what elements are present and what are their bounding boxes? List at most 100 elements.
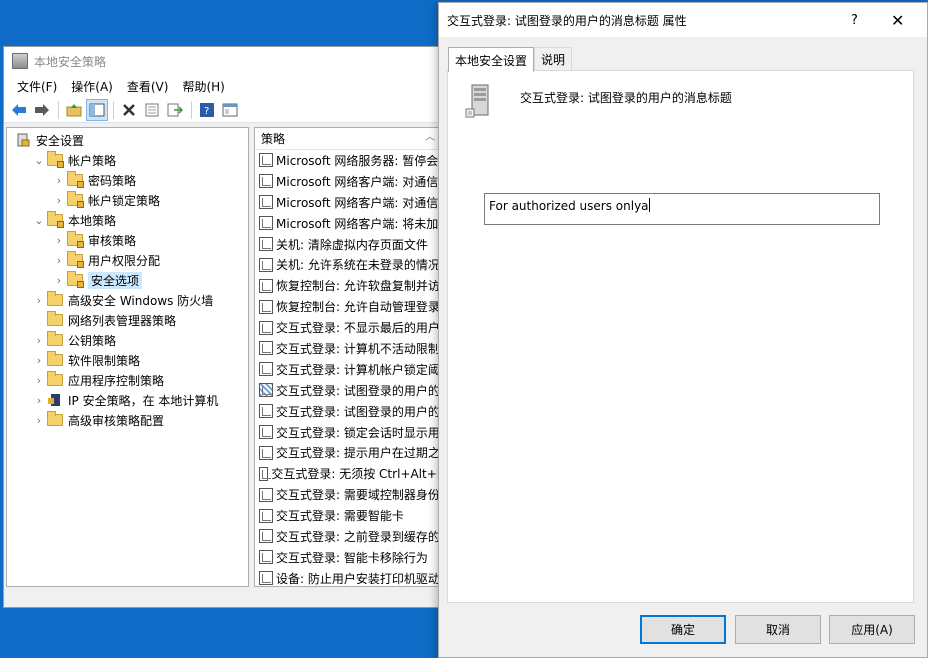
show-hide-tree-icon[interactable]: [86, 98, 108, 121]
collapse-chevron-icon[interactable]: ›: [51, 274, 67, 287]
tree-item[interactable]: › 审核策略: [7, 230, 248, 250]
policy-row-label: 交互式登录: 试图登录的用户的: [276, 383, 440, 398]
collapse-chevron-icon[interactable]: ›: [51, 194, 67, 207]
policy-icon: [259, 299, 273, 314]
tree-item[interactable]: 安全设置: [7, 130, 248, 150]
tree-item-label: 安全设置: [36, 133, 85, 148]
menu-view[interactable]: 查看(V): [120, 78, 176, 95]
delete-icon[interactable]: [118, 99, 140, 121]
console-panes: 安全设置 ⌄ 帐户策略 › 密码策略 › 帐户锁定策略 ⌄ 本地策略 › 审核策略 › 用户权限分配 › 安…: [4, 125, 447, 607]
back-icon[interactable]: [8, 99, 30, 121]
collapse-chevron-icon[interactable]: ›: [31, 414, 47, 427]
local-security-policy-window: 本地安全策略 文件(F) 操作(A) 查看(V) 帮助(H) ? 安全设置 ⌄ …: [3, 46, 448, 608]
window-title: 本地安全策略: [34, 54, 107, 69]
menu-help[interactable]: 帮助(H): [175, 78, 231, 95]
collapse-chevron-icon[interactable]: ›: [51, 234, 67, 247]
tab-content: 交互式登录: 试图登录的用户的消息标题 For authorized users…: [447, 70, 914, 603]
up-folder-icon[interactable]: [63, 99, 85, 121]
policy-row[interactable]: 恢复控制台: 允许自动管理登录: [255, 296, 446, 317]
tree-item[interactable]: 网络列表管理器策略: [7, 310, 248, 330]
menu-file[interactable]: 文件(F): [10, 78, 64, 95]
toolbar-separator: [58, 100, 59, 119]
policy-row[interactable]: 关机: 清除虚拟内存页面文件: [255, 234, 446, 255]
policy-row[interactable]: 关机: 允许系统在未登录的情况: [255, 254, 446, 275]
policy-row[interactable]: Microsoft 网络服务器: 暂停会: [255, 150, 446, 171]
policy-row[interactable]: 设备: 防止用户安装打印机驱动: [255, 568, 446, 586]
apply-button[interactable]: 应用(A): [829, 615, 915, 644]
policy-row-label: 交互式登录: 之前登录到缓存的: [276, 529, 440, 544]
expand-chevron-icon[interactable]: ⌄: [31, 154, 47, 167]
policy-row-label: Microsoft 网络服务器: 暂停会: [276, 153, 439, 168]
help-icon[interactable]: ?: [196, 99, 218, 121]
console-icon[interactable]: [219, 99, 241, 121]
tree-item[interactable]: › 安全选项: [7, 270, 248, 290]
forward-icon[interactable]: [31, 99, 53, 121]
folder-lock-icon: [47, 151, 65, 168]
policy-row[interactable]: 交互式登录: 提示用户在过期之: [255, 442, 446, 463]
tree-item-label: 审核策略: [88, 233, 137, 248]
collapse-chevron-icon[interactable]: ›: [31, 394, 47, 407]
tree-pane[interactable]: 安全设置 ⌄ 帐户策略 › 密码策略 › 帐户锁定策略 ⌄ 本地策略 › 审核策略 › 用户权限分配 › 安…: [6, 127, 249, 587]
policy-row[interactable]: 交互式登录: 试图登录的用户的: [255, 401, 446, 422]
collapse-chevron-icon[interactable]: ›: [51, 174, 67, 187]
policy-icon: [259, 550, 273, 565]
list-column-header[interactable]: 策略 ︿: [255, 128, 446, 150]
policy-row[interactable]: 交互式登录: 不显示最后的用户: [255, 317, 446, 338]
folder-icon: [47, 371, 65, 387]
collapse-chevron-icon[interactable]: ›: [31, 294, 47, 307]
collapse-chevron-icon[interactable]: ›: [31, 374, 47, 387]
policy-row[interactable]: 交互式登录: 锁定会话时显示用: [255, 422, 446, 443]
message-title-input[interactable]: For authorized users onlya: [484, 193, 880, 225]
help-icon[interactable]: ?: [851, 13, 858, 28]
policy-icon: [259, 174, 273, 189]
tree-item[interactable]: › 用户权限分配: [7, 250, 248, 270]
close-icon[interactable]: ✕: [891, 11, 904, 30]
collapse-chevron-icon[interactable]: ›: [51, 254, 67, 267]
ok-button[interactable]: 确定: [640, 615, 726, 644]
policy-row[interactable]: 交互式登录: 计算机帐户锁定阈: [255, 359, 446, 380]
tab-local-security-setting[interactable]: 本地安全设置: [448, 47, 535, 72]
tree-item[interactable]: ⌄ 本地策略: [7, 210, 248, 230]
policy-row-label: Microsoft 网络客户端: 对通信: [276, 174, 439, 189]
menu-action[interactable]: 操作(A): [64, 78, 120, 95]
policy-row[interactable]: 交互式登录: 需要智能卡: [255, 505, 446, 526]
folder-icon: [47, 291, 65, 307]
policy-row[interactable]: 交互式登录: 之前登录到缓存的: [255, 526, 446, 547]
message-title-value[interactable]: For authorized users onlya: [489, 199, 649, 213]
tree-item[interactable]: › 密码策略: [7, 170, 248, 190]
collapse-chevron-icon[interactable]: ›: [31, 334, 47, 347]
policy-row[interactable]: 交互式登录: 试图登录的用户的: [255, 380, 446, 401]
policy-row-label: 关机: 允许系统在未登录的情况: [276, 258, 440, 273]
tree-item[interactable]: › IP 安全策略，在 本地计算机: [7, 390, 248, 410]
policy-icon: [259, 320, 273, 335]
export-icon[interactable]: [164, 99, 186, 121]
tree-item[interactable]: › 高级审核策略配置: [7, 410, 248, 430]
folder-lock-icon: [47, 211, 65, 228]
tree-item-label: 网络列表管理器策略: [68, 313, 177, 328]
tree-item[interactable]: › 应用程序控制策略: [7, 370, 248, 390]
policy-row[interactable]: 恢复控制台: 允许软盘复制并访: [255, 275, 446, 296]
policy-row[interactable]: Microsoft 网络客户端: 对通信: [255, 192, 446, 213]
policy-row-label: 交互式登录: 计算机帐户锁定阈: [276, 362, 440, 377]
policy-row[interactable]: Microsoft 网络客户端: 将未加: [255, 213, 446, 234]
policy-list: Microsoft 网络服务器: 暂停会 Microsoft 网络客户端: 对通信…: [255, 150, 446, 586]
policy-list-pane[interactable]: 策略 ︿ Microsoft 网络服务器: 暂停会 Microsoft 网络客户端…: [254, 127, 447, 587]
policy-row[interactable]: 交互式登录: 计算机不活动限制: [255, 338, 446, 359]
tree-item[interactable]: › 帐户锁定策略: [7, 190, 248, 210]
tree-item[interactable]: › 高级安全 Windows 防火墙: [7, 290, 248, 310]
column-header-policy[interactable]: 策略: [261, 130, 285, 147]
tree-item[interactable]: ⌄ 帐户策略: [7, 150, 248, 170]
policy-row[interactable]: 交互式登录: 无须按 Ctrl+Alt+D: [255, 463, 446, 484]
tab-explain[interactable]: 说明: [534, 47, 573, 71]
tree-item[interactable]: › 软件限制策略: [7, 350, 248, 370]
cancel-button[interactable]: 取消: [735, 615, 821, 644]
properties-icon[interactable]: [141, 99, 163, 121]
policy-row[interactable]: 交互式登录: 需要域控制器身份: [255, 484, 446, 505]
toolbar-separator: [113, 100, 114, 119]
policy-row[interactable]: Microsoft 网络客户端: 对通信: [255, 171, 446, 192]
expand-chevron-icon[interactable]: ⌄: [31, 214, 47, 227]
tree-item[interactable]: › 公钥策略: [7, 330, 248, 350]
collapse-chevron-icon[interactable]: ›: [31, 354, 47, 367]
policy-row[interactable]: 交互式登录: 智能卡移除行为: [255, 547, 446, 568]
policy-icon: [259, 508, 273, 523]
